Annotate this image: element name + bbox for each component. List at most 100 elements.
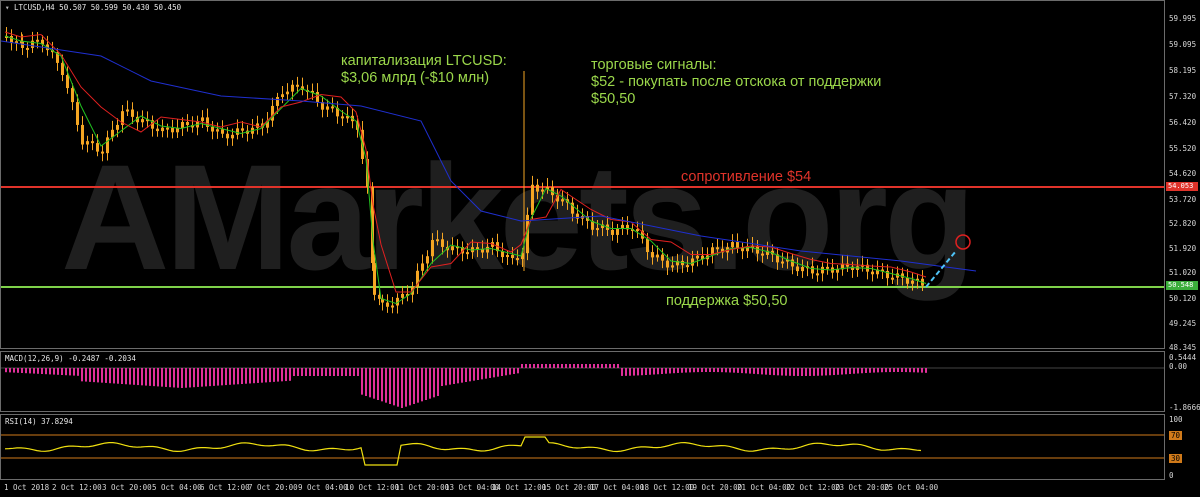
- candle-body: [656, 254, 659, 258]
- macd-bar: [669, 368, 671, 374]
- candle-body: [716, 247, 719, 250]
- macd-bar: [173, 368, 175, 388]
- candle-body: [871, 271, 874, 275]
- annotation-resistance: сопротивление $54: [681, 169, 812, 185]
- macd-bar: [417, 368, 419, 403]
- macd-bar: [565, 364, 567, 368]
- time-tick: 2 Oct 12:00: [52, 483, 102, 492]
- macd-bar: [305, 368, 307, 376]
- candle-body: [91, 141, 94, 144]
- macd-bar: [869, 368, 871, 373]
- macd-bar: [713, 368, 715, 373]
- candle-body: [181, 122, 184, 129]
- macd-bar: [553, 364, 555, 368]
- macd-bar: [605, 364, 607, 368]
- macd-bar: [765, 368, 767, 375]
- price-tick: 57.320: [1169, 92, 1197, 101]
- macd-bar: [365, 368, 367, 396]
- symbol-dropdown-icon[interactable]: ▾: [5, 3, 14, 12]
- macd-bar: [41, 368, 43, 374]
- macd-bar: [209, 368, 211, 387]
- candle-body: [436, 239, 439, 242]
- price-chart-pane[interactable]: AMarkets.org ▾ LTCUSD,H4 50.507 50.599 5…: [0, 0, 1165, 349]
- macd-bar: [893, 368, 895, 373]
- macd-bar: [437, 368, 439, 396]
- macd-bar: [621, 368, 623, 376]
- rsi-tick: 100: [1169, 415, 1183, 424]
- time-tick: 19 Oct 20:00: [688, 483, 743, 492]
- macd-bar: [829, 368, 831, 376]
- candle-body: [231, 134, 234, 139]
- candle-body: [911, 280, 914, 284]
- macd-bar: [69, 368, 71, 376]
- candle-body: [226, 133, 229, 139]
- macd-bar: [521, 364, 523, 368]
- macd-bar: [201, 368, 203, 387]
- macd-bar: [469, 368, 471, 382]
- macd-bar: [25, 368, 27, 374]
- macd-bar: [297, 368, 299, 376]
- macd-bar: [17, 368, 19, 373]
- macd-bar: [125, 368, 127, 385]
- macd-bar: [197, 368, 199, 387]
- macd-bar: [781, 368, 783, 376]
- macd-tick: 0.00: [1169, 362, 1188, 371]
- candle-body: [761, 253, 764, 256]
- macd-bar: [57, 368, 59, 375]
- macd-pane[interactable]: MACD(12,26,9) -0.2487 -0.2034: [0, 351, 1165, 412]
- macd-bar: [285, 368, 287, 382]
- candle-body: [781, 261, 784, 264]
- macd-bar: [493, 368, 495, 378]
- rsi-pane[interactable]: RSI(14) 37.8294: [0, 414, 1165, 480]
- macd-bar: [741, 368, 743, 374]
- macd-bar: [577, 364, 579, 368]
- candle-body: [696, 255, 699, 259]
- macd-bar: [245, 368, 247, 384]
- candle-body: [796, 266, 799, 272]
- macd-bar: [397, 368, 399, 407]
- time-tick: 15 Oct 20:00: [542, 483, 597, 492]
- macd-bar: [121, 368, 123, 384]
- macd-bar: [677, 368, 679, 373]
- rsi-axis: 100 70 30 0: [1165, 414, 1200, 480]
- macd-bar: [617, 364, 619, 368]
- candle-body: [621, 224, 624, 229]
- macd-bar: [129, 368, 131, 385]
- price-tick: 56.420: [1169, 118, 1197, 127]
- macd-title: MACD(12,26,9) -0.2487 -0.2034: [5, 354, 136, 363]
- macd-bar: [113, 368, 115, 384]
- macd-bar: [681, 368, 683, 373]
- macd-bar: [317, 368, 319, 376]
- time-tick: 25 Oct 04:00: [884, 483, 939, 492]
- candle-body: [96, 143, 99, 152]
- macd-bar: [697, 368, 699, 373]
- macd-bar: [601, 364, 603, 368]
- macd-bar: [9, 368, 11, 373]
- macd-bar: [13, 368, 15, 373]
- macd-bar: [889, 368, 891, 373]
- price-tick: 49.245: [1169, 319, 1197, 328]
- time-tick: 18 Oct 12:00: [640, 483, 695, 492]
- macd-bar: [773, 368, 775, 376]
- time-tick: 23 Oct 20:00: [835, 483, 890, 492]
- price-tick: 50.120: [1169, 294, 1197, 303]
- rsi-plot: [1, 434, 1164, 466]
- macd-bar: [793, 368, 795, 376]
- macd-bar: [537, 364, 539, 368]
- candle-body: [816, 273, 819, 276]
- candle-body: [131, 109, 134, 117]
- macd-bar: [309, 368, 311, 376]
- macd-bar: [845, 368, 847, 375]
- macd-bar: [825, 368, 827, 376]
- macd-bar: [65, 368, 67, 376]
- macd-bar: [797, 368, 799, 376]
- macd-bar: [441, 368, 443, 386]
- macd-bar: [789, 368, 791, 376]
- macd-bar: [613, 364, 615, 368]
- target-circle: [955, 234, 971, 250]
- macd-bar: [857, 368, 859, 374]
- macd-bar: [925, 368, 927, 373]
- candle-body: [281, 94, 284, 98]
- macd-bar: [101, 368, 103, 383]
- candle-body: [241, 128, 244, 131]
